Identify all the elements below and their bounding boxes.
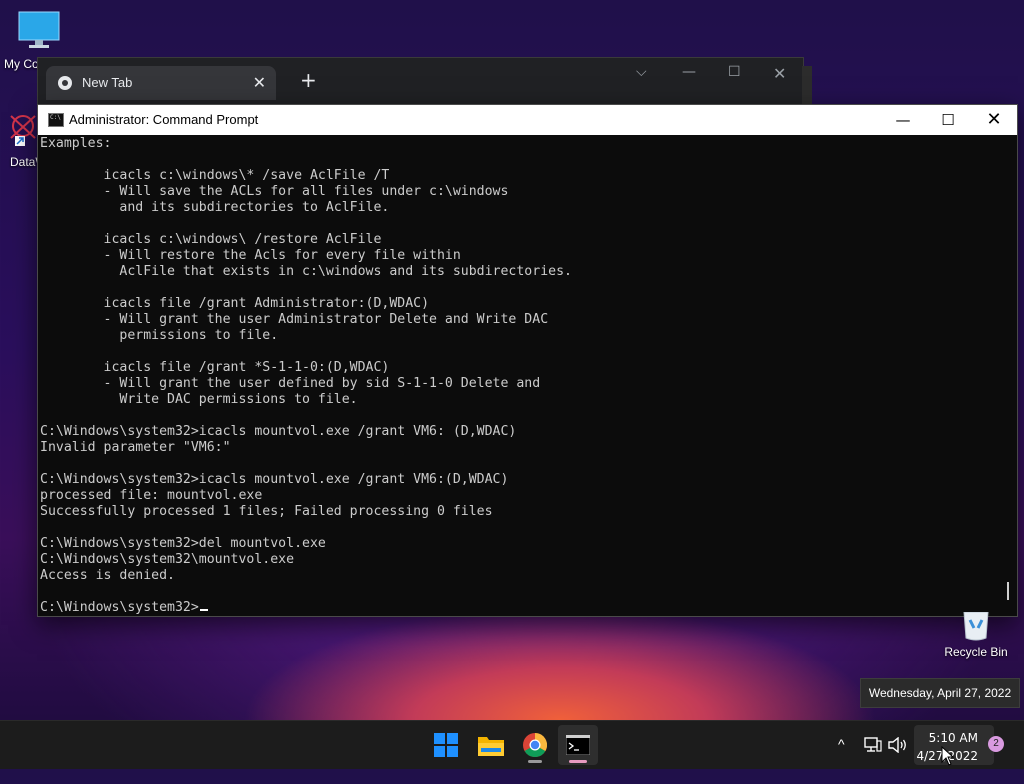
terminal-line: Access is denied. (40, 568, 175, 583)
scrollbar-thumb[interactable] (1007, 582, 1009, 600)
terminal-line: - Will grant the user Administrator Dele… (40, 312, 549, 327)
terminal-line: C:\Windows\system32>icacls mountvol.exe … (40, 424, 517, 439)
terminal-line: C:\Windows\system32>del mountvol.exe (40, 536, 326, 551)
command-prompt-window[interactable]: Administrator: Command Prompt — ☐ ✕ Exam… (37, 104, 1018, 617)
recycle-bin-icon (963, 611, 989, 641)
terminal-line: C:\Windows\system32>icacls mountvol.exe … (40, 472, 509, 487)
chrome-tab[interactable]: New Tab ✕ (46, 66, 276, 100)
terminal-line: Write DAC permissions to file. (40, 392, 358, 407)
terminal-line: icacls c:\windows\ /restore AclFile (40, 232, 382, 247)
terminal-taskbar-button[interactable] (558, 725, 598, 765)
start-button[interactable] (426, 725, 466, 765)
new-tab-button[interactable]: + (300, 68, 317, 92)
running-indicator (528, 760, 542, 763)
network-icon[interactable] (864, 737, 882, 753)
desktop-icon-label: Recycle Bin (944, 645, 1008, 659)
chrome-icon (523, 733, 547, 757)
notification-badge[interactable]: 2 (988, 736, 1004, 752)
chrome-tab-title: New Tab (82, 75, 133, 90)
active-indicator (569, 760, 587, 763)
text-cursor (199, 609, 208, 611)
close-button[interactable]: ✕ (773, 64, 786, 83)
maximize-button[interactable]: ☐ (728, 64, 741, 80)
terminal-line: - Will save the ACLs for all files under… (40, 184, 509, 199)
cmd-icon (48, 113, 64, 127)
terminal-line: permissions to file. (40, 328, 279, 343)
desktop-icon-recycle-bin[interactable]: Recycle Bin (940, 611, 1012, 659)
windows-logo-icon (434, 733, 458, 757)
minimize-button[interactable]: — (682, 64, 696, 80)
terminal-line: Invalid parameter "VM6:" (40, 440, 231, 455)
terminal-line: icacls c:\windows\* /save AclFile /T (40, 168, 390, 183)
command-prompt-line[interactable]: C:\Windows\system32> (40, 600, 1000, 614)
folder-icon (478, 737, 504, 756)
maximize-button[interactable]: ☐ (925, 105, 971, 135)
terminal-line: icacls file /grant Administrator:(D,WDAC… (40, 296, 430, 311)
file-explorer-button[interactable] (471, 725, 511, 765)
terminal-line: and its subdirectories to AclFile. (40, 200, 390, 215)
chrome-taskbar-button[interactable] (515, 725, 555, 765)
tab-search-dropdown-icon[interactable]: ⌵ (636, 64, 647, 80)
date-tooltip: Wednesday, April 27, 2022 (860, 678, 1020, 708)
monitor-icon (18, 11, 60, 48)
clock-time: 5:10 AM (928, 731, 978, 745)
taskbar: ^ 5:10 AM 4/27/2022 (0, 720, 1024, 769)
chrome-icon (58, 76, 72, 90)
terminal-line: - Will grant the user defined by sid S-1… (40, 376, 541, 391)
terminal-line: AclFile that exists in c:\windows and it… (40, 264, 572, 279)
prompt-text: C:\Windows\system32> (40, 600, 199, 614)
terminal-output[interactable]: Examples: icacls c:\windows\* /save AclF… (40, 136, 1000, 614)
terminal-line: C:\Windows\system32\mountvol.exe (40, 552, 295, 567)
terminal-line: icacls file /grant *S-1-1-0:(D,WDAC) (40, 360, 390, 375)
mouse-pointer-icon (941, 746, 955, 766)
terminal-line: processed file: mountvol.exe (40, 488, 263, 503)
terminal-line: - Will restore the Acls for every file w… (40, 248, 461, 263)
window-title: Administrator: Command Prompt (69, 112, 259, 127)
terminal-line: Successfully processed 1 files; Failed p… (40, 504, 493, 519)
tab-close-icon[interactable]: ✕ (253, 73, 266, 93)
show-hidden-icons-chevron[interactable]: ^ (838, 736, 845, 784)
close-button[interactable]: ✕ (971, 105, 1017, 135)
terminal-icon (566, 735, 590, 755)
app-shortcut-icon (10, 115, 36, 146)
title-bar[interactable]: Administrator: Command Prompt — ☐ ✕ (38, 105, 1017, 135)
volume-icon[interactable] (888, 737, 908, 753)
minimize-button[interactable]: — (880, 105, 926, 135)
terminal-line: Examples: (40, 136, 112, 151)
